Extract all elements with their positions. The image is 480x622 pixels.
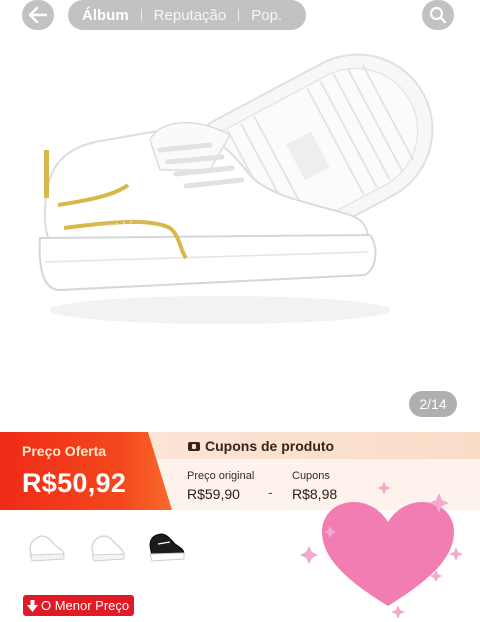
like-heart-animation[interactable]	[296, 478, 480, 622]
tab-divider	[140, 9, 142, 21]
offer-label: Preço Oferta	[22, 443, 107, 459]
offer-price-block: Preço Oferta R$50,92	[0, 432, 172, 510]
ticket-icon	[188, 441, 200, 451]
white-sneaker-thumbnail	[29, 535, 65, 562]
search-button[interactable]	[422, 0, 454, 30]
offer-price: R$50,92	[22, 468, 127, 498]
lowest-price-text: O Menor Preço	[41, 598, 130, 613]
original-price-label: Preço original	[187, 470, 255, 482]
coupons-title: Cupons de produto	[188, 438, 334, 454]
tab-divider	[238, 9, 240, 21]
tab-reputacao[interactable]: Reputação	[154, 7, 227, 24]
heart-icon	[300, 481, 463, 619]
tab-pop[interactable]: Pop.	[251, 7, 282, 24]
sneaker-image	[38, 53, 434, 324]
white-sneaker-thumbnail	[91, 535, 125, 562]
product-page: Álbum Reputação Pop. 2/14 Cupons de prod…	[0, 0, 480, 622]
thumb-white-2[interactable]	[84, 524, 128, 568]
arrow-left-icon	[28, 6, 48, 24]
original-price-value: R$59,90	[187, 486, 240, 502]
thumb-black[interactable]	[144, 524, 188, 568]
product-photo[interactable]	[0, 0, 480, 432]
back-button[interactable]	[22, 0, 54, 30]
black-sneaker-thumbnail	[149, 533, 185, 562]
tab-album[interactable]: Álbum	[82, 7, 129, 24]
section-tabs: Álbum Reputação Pop.	[68, 0, 306, 30]
search-icon	[429, 6, 447, 24]
coupons-title-text: Cupons de produto	[205, 438, 335, 454]
lowest-price-badge: O Menor Preço	[23, 595, 135, 616]
minus-operator: -	[268, 484, 273, 500]
image-counter: 2/14	[409, 391, 457, 417]
thumb-white-1[interactable]	[24, 524, 68, 568]
arrow-down-icon	[27, 599, 38, 612]
